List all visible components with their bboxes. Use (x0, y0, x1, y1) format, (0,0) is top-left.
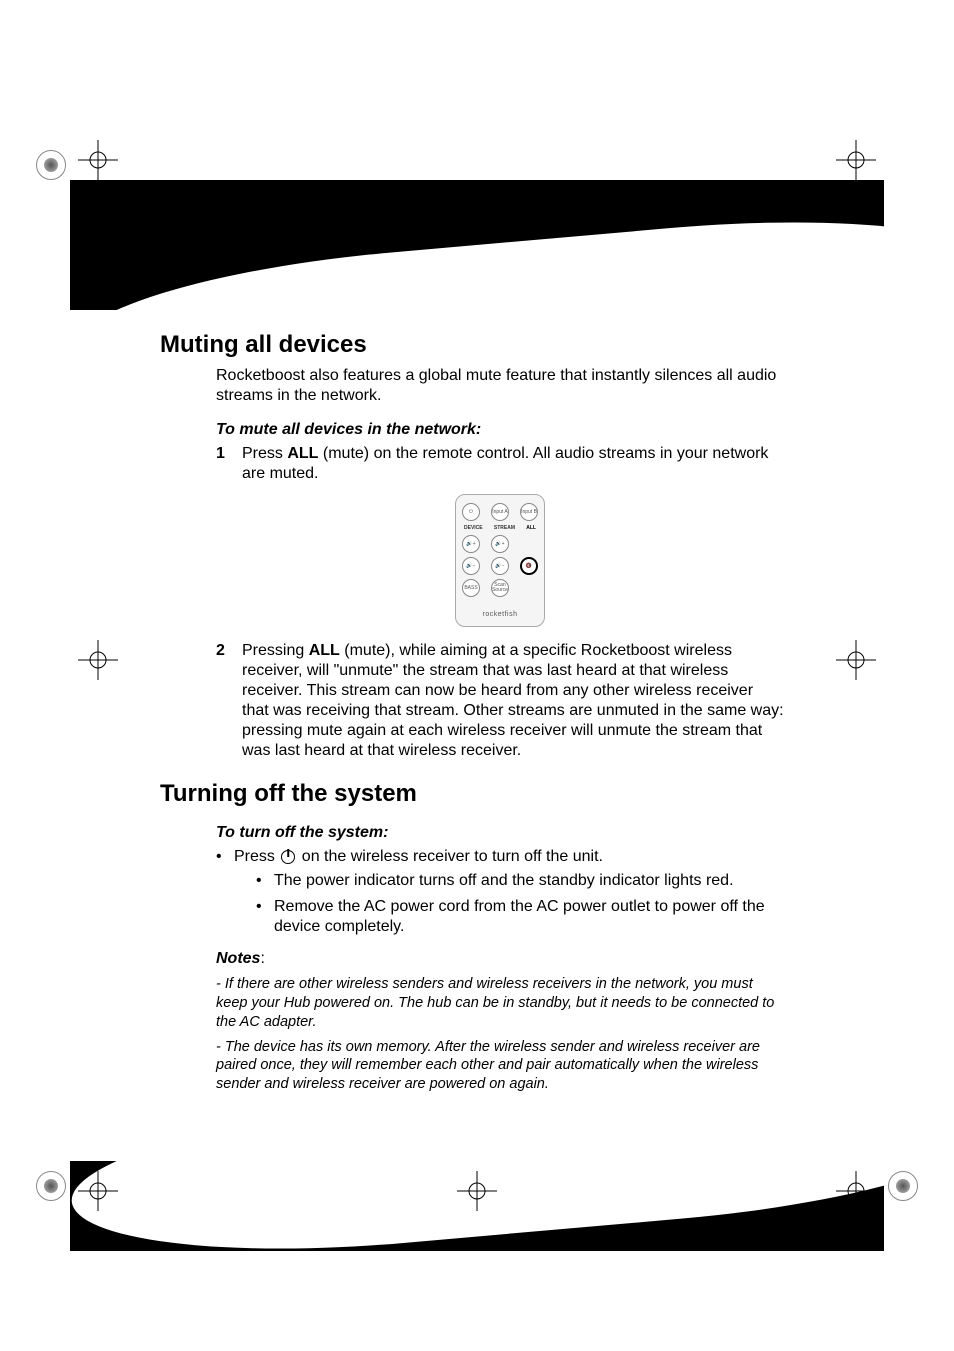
print-registration-mark (78, 1171, 118, 1211)
print-corner-mark (888, 1171, 918, 1201)
turnoff-bullet-1: Press on the wireless receiver to turn o… (216, 847, 784, 943)
print-registration-mark (836, 640, 876, 680)
step-number: 1 (216, 444, 230, 484)
section-muting-body: Rocketboost also features a global mute … (216, 366, 784, 761)
muting-steps: 1 Press ALL (mute) on the remote control… (216, 444, 784, 484)
remote-input-a-button: Input A (491, 503, 509, 521)
step-number: 2 (216, 641, 230, 761)
print-registration-mark (457, 1171, 497, 1211)
notes-heading: Notes: (216, 949, 784, 969)
remote-power-button: ⏻ (462, 503, 480, 521)
remote-label-device: DEVICE (464, 525, 483, 531)
remote-label-stream: STREAM (494, 525, 515, 531)
print-registration-mark (836, 140, 876, 180)
muting-step-1: 1 Press ALL (mute) on the remote control… (216, 444, 784, 484)
remote-label-all: ALL (526, 525, 536, 531)
print-registration-mark (78, 140, 118, 180)
page-number: 20 (160, 1191, 200, 1233)
muting-steps-2: 2 Pressing ALL (mute), while aiming at a… (216, 641, 784, 761)
turnoff-sub-bullets: The power indicator turns off and the st… (256, 871, 784, 937)
print-registration-mark (78, 640, 118, 680)
remote-bass-button: BASS (462, 579, 480, 597)
remote-device-vol-dn: 🔊− (462, 557, 480, 575)
remote-brand-label: rocketfish (462, 611, 538, 620)
page-frame: Muting all devices Rocketboost also feat… (70, 100, 884, 1251)
step-1-text: Press ALL (mute) on the remote control. … (242, 444, 784, 484)
turnoff-sub-2: Remove the AC power cord from the AC pow… (256, 897, 784, 937)
note-2: - The device has its own memory. After t… (216, 1038, 784, 1095)
step-2-text: Pressing ALL (mute), while aiming at a s… (242, 641, 784, 761)
remote-all-mute-button: 🔇 (520, 557, 538, 575)
heading-muting: Muting all devices (160, 330, 784, 360)
page-content: Muting all devices Rocketboost also feat… (160, 330, 784, 1094)
power-icon (281, 850, 295, 864)
print-registration-mark (836, 1171, 876, 1211)
remote-control-illustration: ⏻ Input A Input B DEVICE STREAM ALL 🔊+ 🔊… (455, 494, 545, 627)
remote-input-b-button: Input B (520, 503, 538, 521)
heading-turning-off: Turning off the system (160, 779, 784, 809)
turnoff-subhead: To turn off the system: (216, 823, 784, 843)
muting-step-2: 2 Pressing ALL (mute), while aiming at a… (216, 641, 784, 761)
remote-scan-button: Scan Source (491, 579, 509, 597)
print-corner-mark (36, 150, 66, 180)
print-corner-mark (36, 1171, 66, 1201)
remote-figure: ⏻ Input A Input B DEVICE STREAM ALL 🔊+ 🔊… (216, 494, 784, 627)
remote-stream-vol-dn: 🔊− (491, 557, 509, 575)
turnoff-sub-1: The power indicator turns off and the st… (256, 871, 784, 891)
muting-subhead: To mute all devices in the network: (216, 420, 784, 440)
header-banner (70, 180, 884, 310)
remote-device-vol-up: 🔊+ (462, 535, 480, 553)
section-turnoff-body: To turn off the system: Press on the wir… (216, 823, 784, 1094)
note-1: - If there are other wireless senders an… (216, 975, 784, 1032)
muting-intro: Rocketboost also features a global mute … (216, 366, 784, 406)
remote-stream-vol-up: 🔊+ (491, 535, 509, 553)
turnoff-bullets: Press on the wireless receiver to turn o… (216, 847, 784, 943)
